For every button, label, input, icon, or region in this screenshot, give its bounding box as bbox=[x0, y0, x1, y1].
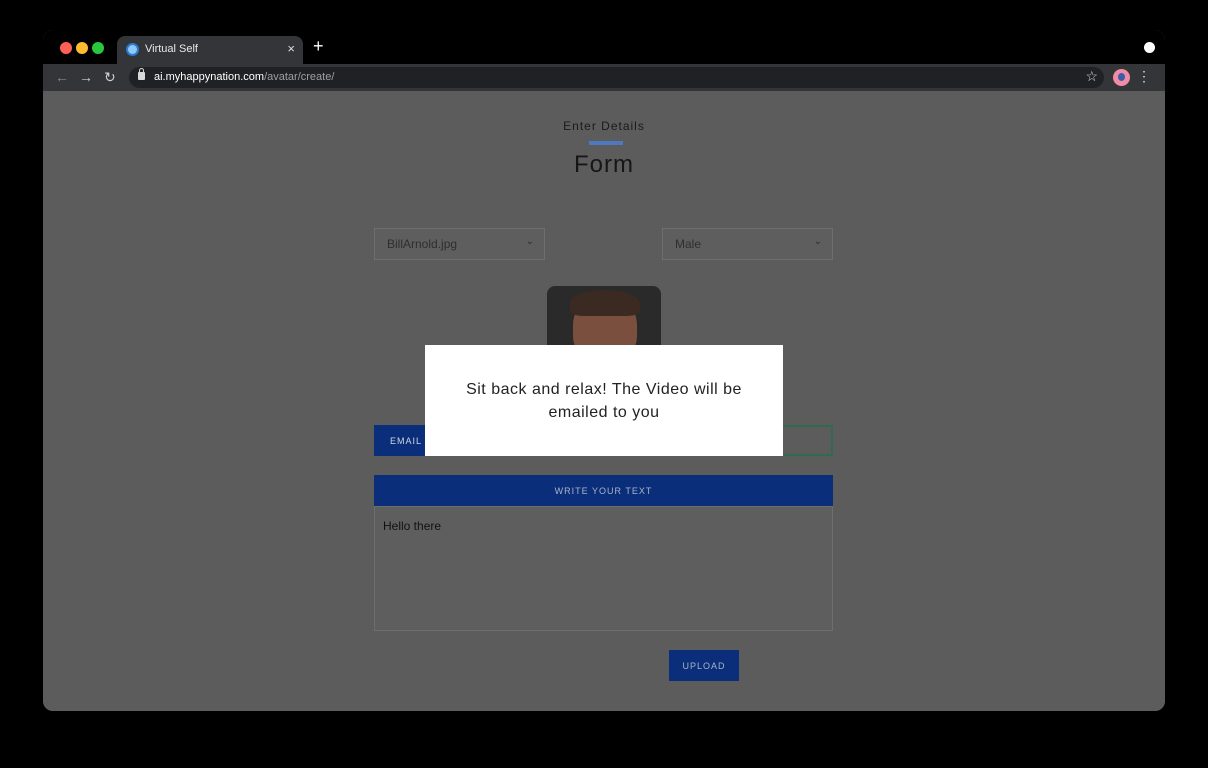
avatar-photo bbox=[547, 286, 661, 346]
page-title: Form bbox=[574, 151, 634, 178]
tab-title: Virtual Self bbox=[145, 43, 198, 55]
chevron-down-icon: ⌄ bbox=[813, 236, 822, 247]
browser-menu-icon[interactable]: ⋮ bbox=[1137, 68, 1151, 85]
lock-icon bbox=[138, 68, 145, 80]
text-input[interactable]: Hello there bbox=[374, 506, 833, 631]
profile-avatar[interactable] bbox=[1113, 69, 1130, 86]
reload-icon[interactable]: ↻ bbox=[104, 68, 116, 86]
forward-icon[interactable]: → bbox=[79, 68, 93, 86]
minimize-window-button[interactable] bbox=[76, 42, 88, 54]
upload-button[interactable]: UPLOAD bbox=[669, 650, 739, 681]
title-accent-bar bbox=[589, 141, 623, 145]
tab-search-icon[interactable] bbox=[1144, 42, 1155, 53]
chevron-down-icon: ⌄ bbox=[525, 236, 534, 247]
site-favicon-icon bbox=[126, 43, 139, 56]
modal-message: Sit back and relax! The Video will be em… bbox=[466, 381, 742, 421]
maximize-window-button[interactable] bbox=[92, 42, 104, 54]
url-path: /avatar/create/ bbox=[264, 71, 335, 83]
avatar-hair bbox=[570, 290, 640, 316]
image-select[interactable]: BillArnold.jpg ⌄ bbox=[374, 228, 545, 260]
section-eyebrow: Enter Details bbox=[563, 119, 645, 133]
confirmation-modal: Sit back and relax! The Video will be em… bbox=[425, 345, 783, 456]
close-window-button[interactable] bbox=[60, 42, 72, 54]
bookmark-star-icon[interactable]: ☆ bbox=[1085, 68, 1098, 85]
image-select-value: BillArnold.jpg bbox=[387, 237, 458, 251]
back-icon[interactable]: ← bbox=[55, 68, 69, 86]
close-tab-icon[interactable]: × bbox=[287, 41, 295, 56]
browser-toolbar: ← → ↻ ai.myhappynation.com/avatar/create… bbox=[43, 64, 1165, 91]
url-host: ai.myhappynation.com bbox=[154, 71, 265, 83]
url-text: ai.myhappynation.com/avatar/create/ bbox=[154, 71, 334, 83]
gender-select[interactable]: Male ⌄ bbox=[662, 228, 833, 260]
new-tab-button[interactable]: + bbox=[313, 37, 324, 55]
tab-bar: Virtual Self × + bbox=[43, 30, 1165, 64]
address-bar[interactable]: ai.myhappynation.com/avatar/create/ bbox=[129, 67, 1104, 88]
write-text-header: WRITE YOUR TEXT bbox=[374, 475, 833, 506]
gender-select-value: Male bbox=[675, 237, 702, 251]
tab-virtual-self[interactable]: Virtual Self × bbox=[117, 36, 303, 64]
